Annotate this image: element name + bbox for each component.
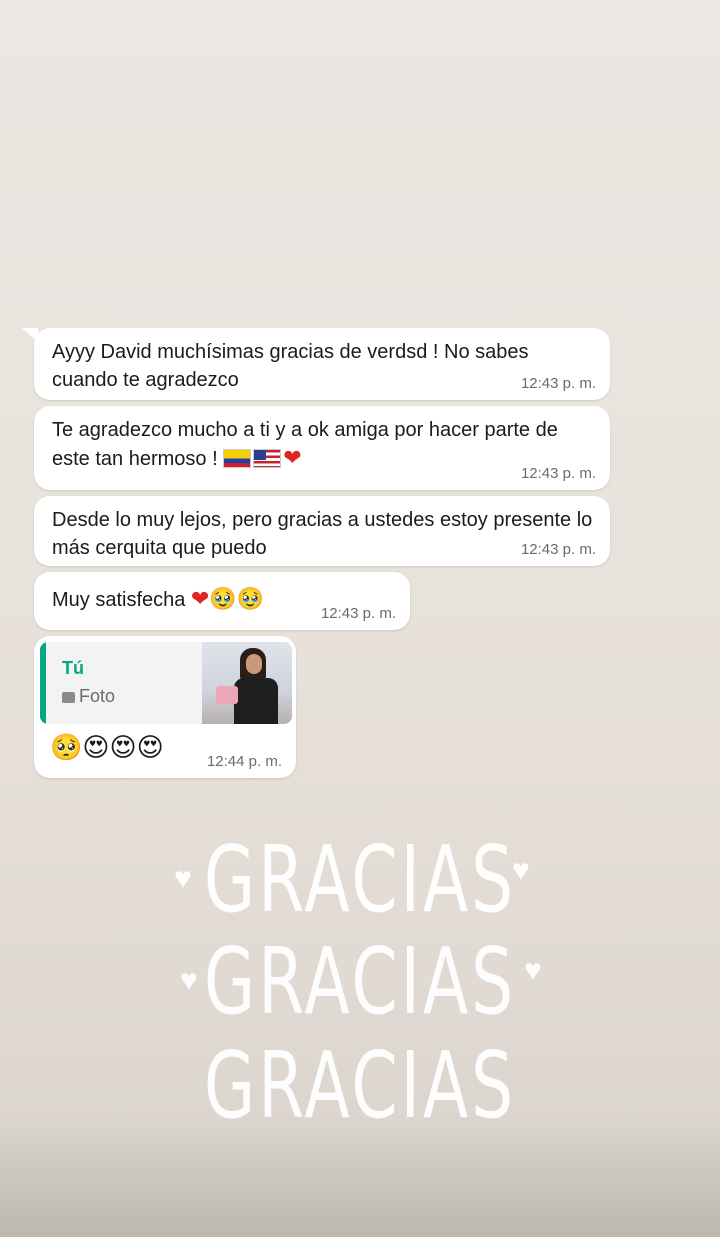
message-time: 12:43 p. m.: [520, 465, 596, 482]
photo-thumbnail[interactable]: [202, 642, 292, 724]
message-bubble-5[interactable]: Tú Foto 🥺😍😍😍 12:44 p. m.: [34, 636, 296, 778]
usa-flag-icon: [253, 449, 282, 468]
quote-type-label: Foto: [79, 686, 116, 706]
photo-icon: [62, 692, 75, 703]
heart-icon: ❤: [283, 445, 302, 470]
message-time: 12:43 p. m.: [320, 605, 396, 622]
colombia-flag-icon: [223, 449, 252, 468]
message-bubble-3[interactable]: Desde lo muy lejos, pero gracias a usted…: [34, 496, 610, 566]
heart-icon: ❤: [190, 586, 210, 611]
message-text: Desde lo muy lejos, pero gracias a usted…: [52, 509, 593, 559]
quote-accent-bar: [40, 642, 46, 724]
quoted-message[interactable]: Tú Foto: [40, 642, 292, 724]
message-text: Ayyy David muchísimas gracias de verdsd …: [52, 341, 529, 391]
quote-author: Tú: [62, 658, 84, 678]
thumbnail-face: [246, 654, 262, 674]
message-time: 12:44 p. m.: [206, 753, 282, 770]
message-time: 12:43 p. m.: [520, 375, 596, 392]
teary-face-icon: 🥹🥹: [209, 586, 265, 611]
message-text: Te agradezco mucho a ti y a ok amiga por…: [52, 416, 596, 473]
message-bubble-2[interactable]: Te agradezco mucho a ti y a ok amiga por…: [34, 406, 610, 490]
thumbnail-shirt: [234, 678, 278, 724]
thumbnail-gift: [216, 686, 238, 704]
message-bubble-1[interactable]: Ayyy David muchísimas gracias de verdsd …: [34, 328, 610, 400]
quote-type: Foto: [62, 686, 115, 707]
message-time: 12:43 p. m.: [520, 541, 596, 558]
message-text-content: Te agradezco mucho a ti y a ok amiga por…: [52, 419, 558, 470]
gracias-word-3: GRACIAS: [203, 1032, 517, 1139]
heart-icon: ♥: [174, 862, 192, 895]
message-text: 🥺😍😍😍: [50, 732, 164, 762]
message-bubble-4[interactable]: Muy satisfecha ❤🥹🥹 12:43 p. m.: [34, 572, 410, 630]
heart-icon: ♥: [180, 964, 198, 997]
heart-icon: ♥: [524, 954, 542, 987]
heart-icon: ♥: [512, 854, 530, 887]
message-text-content: Muy satisfecha: [52, 589, 186, 611]
